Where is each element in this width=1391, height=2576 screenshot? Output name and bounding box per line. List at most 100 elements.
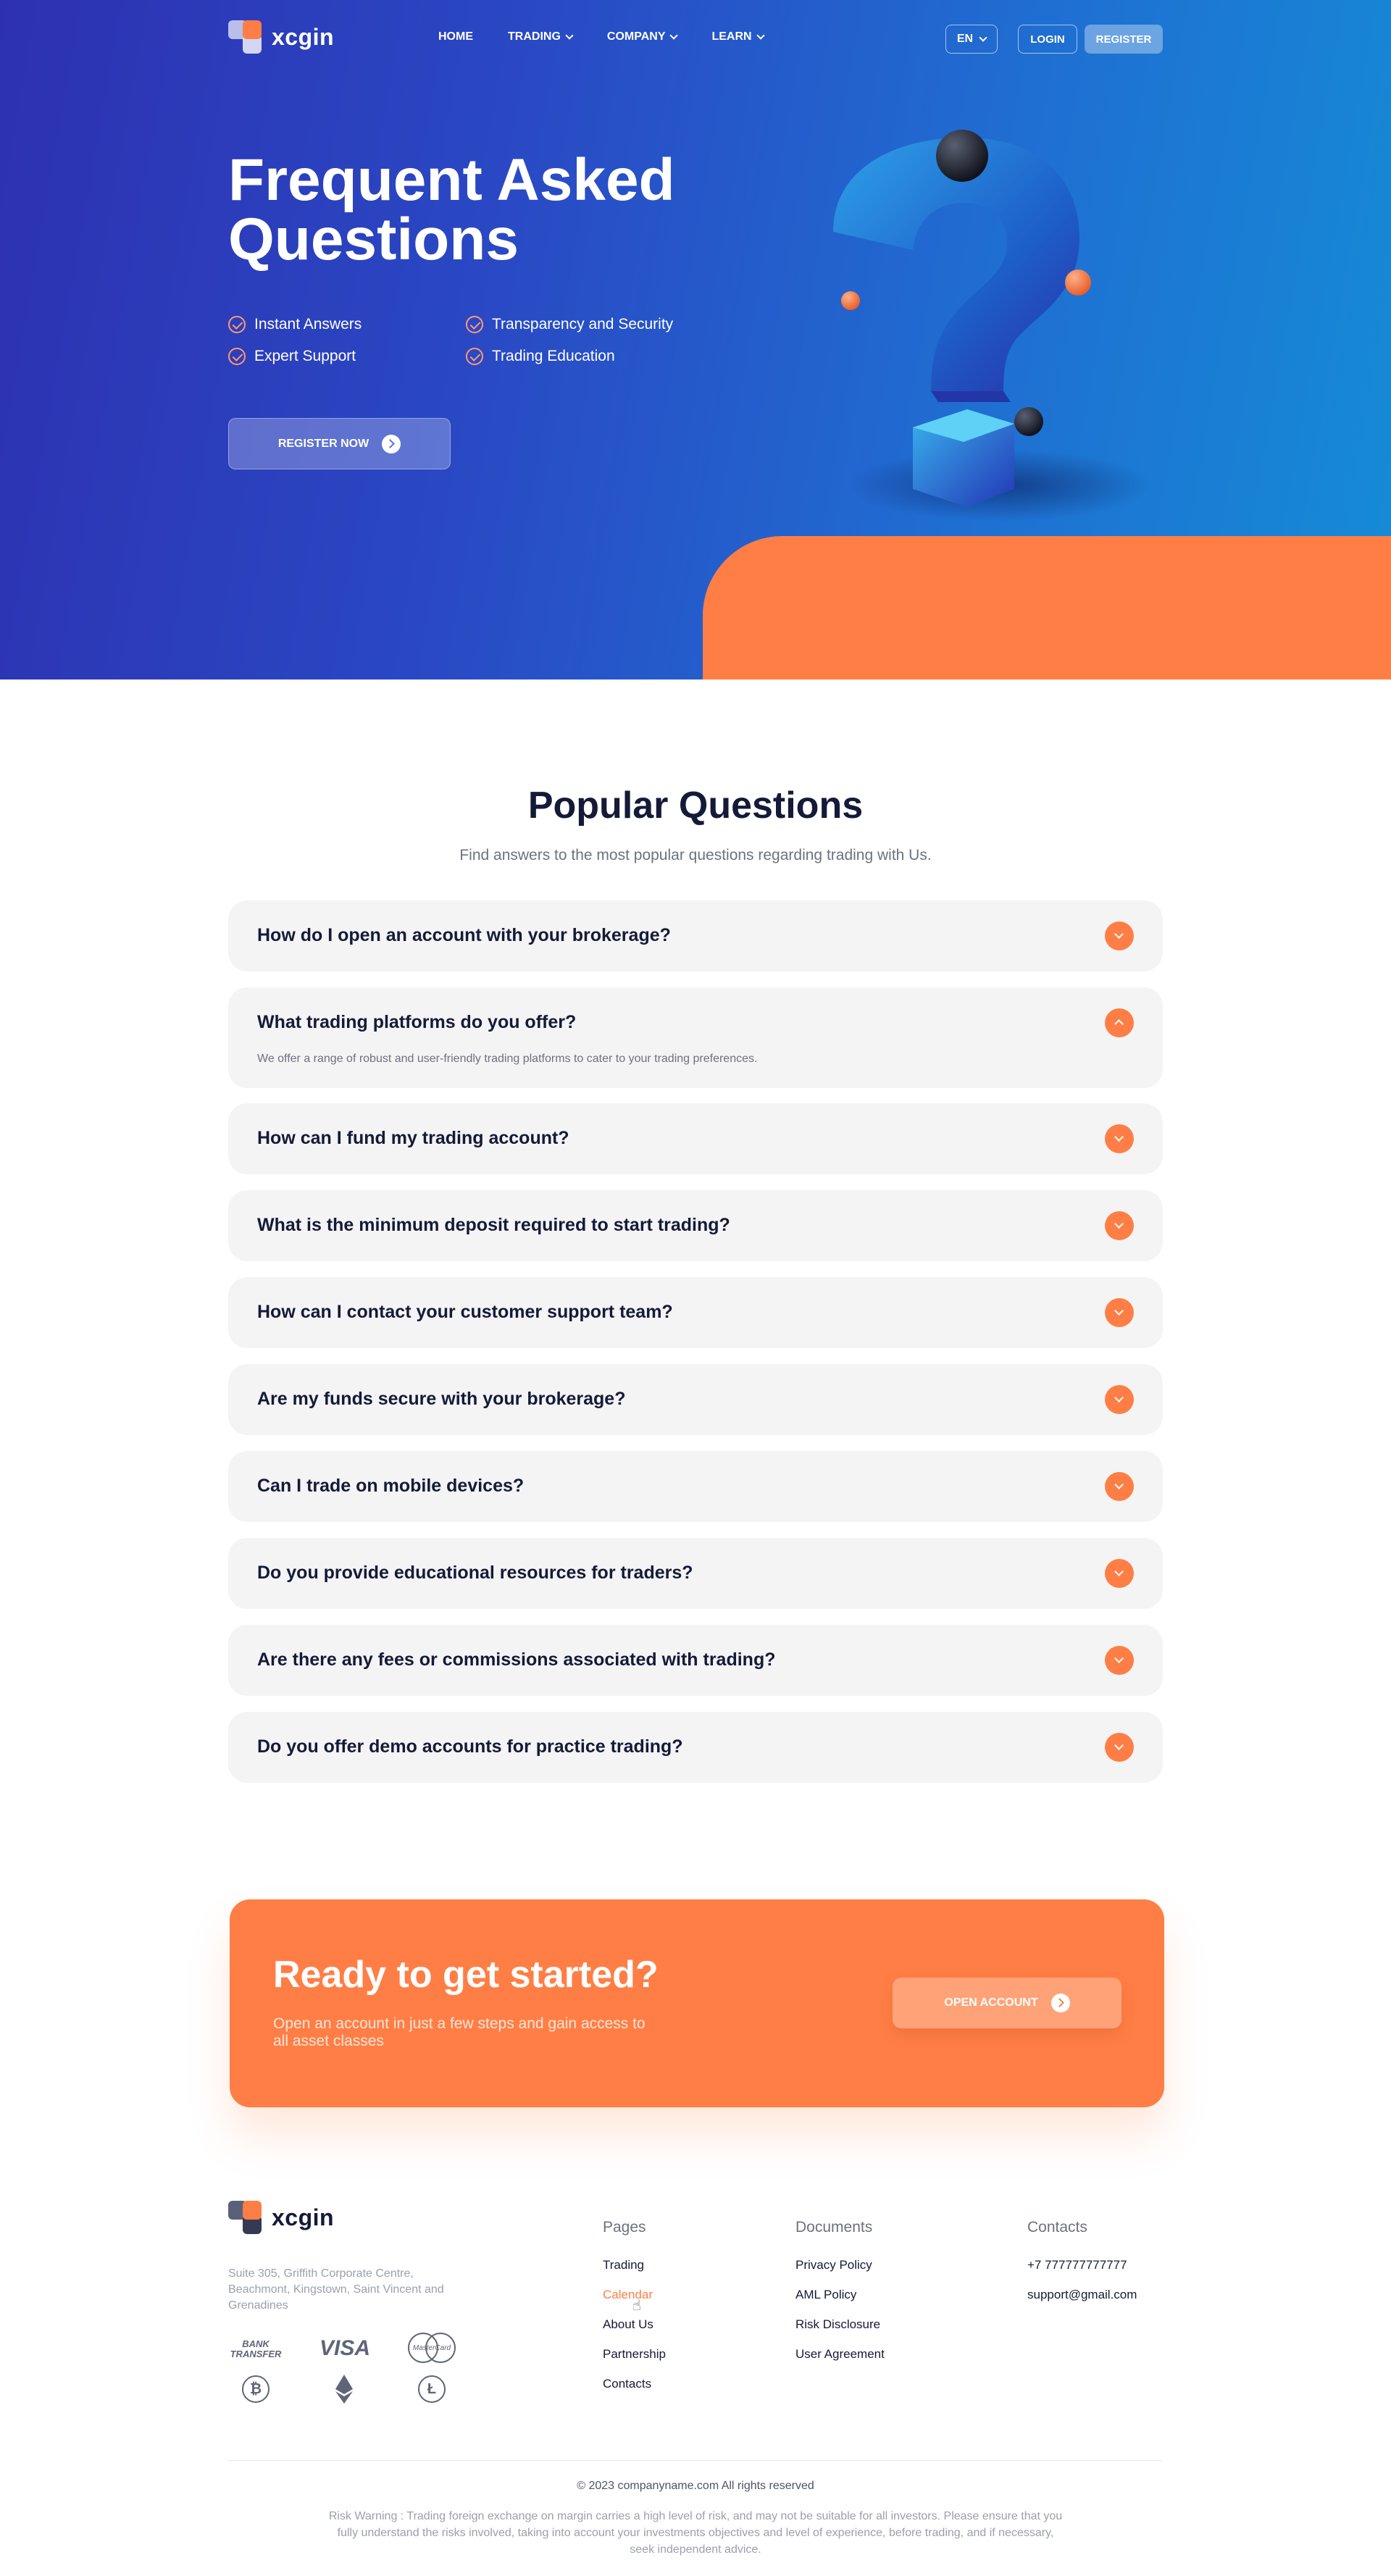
footer-column-title-pages: Pages [603,2219,646,2236]
section-title: Popular Questions [527,785,864,827]
check-circle-icon [228,348,246,365]
register-now-button[interactable]: REGISTER NOW [228,418,451,469]
company-address: Suite 305, Griffith Corporate Centre, Be… [228,2267,444,2312]
footer-divider [228,2460,1163,2461]
footer-link-contacts[interactable]: Contacts [603,2377,651,2391]
open-account-button[interactable]: OPEN ACCOUNT [893,1978,1121,2028]
chevron-down-icon[interactable] [1105,1733,1134,1762]
faq-item[interactable]: Are my funds secure with your brokerage? [228,1364,1163,1435]
language-selector[interactable]: EN [945,25,998,54]
faq-question: Do you offer demo accounts for practice … [257,1736,683,1757]
ethereum-icon [330,2373,359,2405]
chevron-down-icon [565,31,574,40]
feature-label: Trading Education [492,348,615,364]
menu-item-company[interactable]: COMPANY [606,30,679,43]
chevron-down-icon[interactable] [1105,1472,1134,1501]
footer-link-about-us[interactable]: About Us [603,2317,653,2332]
cta-title: Ready to get started? [273,1954,659,1996]
chevron-down-icon[interactable] [1105,1385,1134,1414]
feature-label: Transparency and Security [492,316,674,333]
faq-question: How do I open an account with your broke… [257,925,671,945]
faq-item[interactable]: Do you provide educational resources for… [228,1538,1163,1609]
faq-question: Do you provide educational resources for… [257,1563,693,1583]
language-label: EN [956,33,974,45]
check-circle-icon [466,348,483,365]
litecoin-symbol: Ł [418,2375,446,2403]
bitcoin-icon: ₿ [241,2375,270,2404]
footer-column-title-contacts: Contacts [1027,2219,1087,2236]
footer-link-partnership[interactable]: Partnership [603,2347,666,2362]
faq-question: Can I trade on mobile devices? [257,1476,525,1496]
menu-item-home[interactable]: HOME [438,30,473,43]
bitcoin-symbol: ₿ [242,2375,270,2403]
faq-item[interactable]: How can I contact your customer support … [228,1277,1163,1348]
menu-item-label: HOME [438,30,473,43]
feature-item: Instant Answers [228,316,466,333]
footer-link-risk-disclosure[interactable]: Risk Disclosure [795,2317,880,2332]
chevron-down-icon[interactable] [1105,1298,1134,1327]
page-title-line2: Questions [228,206,519,272]
risk-warning: Risk Warning : Trading foreign exchange … [328,2510,1063,2556]
faq-item[interactable]: Do you offer demo accounts for practice … [228,1712,1163,1783]
login-button[interactable]: LOGIN [1018,25,1077,54]
arrow-right-icon [1050,1994,1070,2012]
mastercard-label: MasterCard [412,2343,451,2352]
footer-link-aml-policy[interactable]: AML Policy [795,2288,856,2302]
copyright: © 2023 companyname.com All rights reserv… [577,2480,814,2492]
ethereum-shape [335,2375,353,2404]
bank-transfer-icon: BANK TRANSFER [228,2337,283,2362]
menu-item-trading[interactable]: TRADING [508,30,574,43]
faq-question: How can I fund my trading account? [257,1128,569,1148]
faq-item-expanded[interactable]: What trading platforms do you offer? We … [228,987,1163,1088]
faq-item[interactable]: How do I open an account with your broke… [228,900,1163,971]
faq-item[interactable]: How can I fund my trading account? [228,1103,1163,1174]
register-button[interactable]: REGISTER [1085,25,1163,54]
bank-line1: BANK [242,2338,270,2349]
menu-item-label: COMPANY [606,30,666,43]
arrow-right-icon [382,434,401,453]
hero-features: Instant Answers Transparency and Securit… [228,316,735,365]
chevron-up-icon[interactable] [1105,1008,1134,1037]
logo-icon [228,20,262,54]
logo-icon [228,2201,262,2234]
chevron-down-icon [979,33,987,42]
footer-email[interactable]: support@gmail.com [1027,2288,1137,2302]
footer-link-calendar[interactable]: Calendar [603,2288,653,2302]
footer-link-privacy-policy[interactable]: Privacy Policy [795,2258,872,2272]
mastercard-icon: MasterCard [404,2331,459,2364]
faq-question: Are there any fees or commissions associ… [257,1649,776,1670]
menu-item-learn[interactable]: LEARN [711,30,765,43]
faq-question: Are my funds secure with your brokerage? [257,1389,626,1409]
faq-answer: We offer a range of robust and user-frie… [257,1053,758,1065]
footer-link-trading[interactable]: Trading [603,2258,644,2272]
feature-item: Expert Support [228,348,466,365]
faq-question: What trading platforms do you offer? [257,1012,577,1032]
menu-item-label: TRADING [508,30,561,43]
footer-logo[interactable]: xcgin [228,2201,334,2234]
question-mark-illustration [833,130,1152,522]
faq-item[interactable]: Can I trade on mobile devices? [228,1451,1163,1522]
hero-section: xcgin HOME TRADING COMPANY LEARN EN LOGI… [0,0,1391,679]
bank-line2: TRANSFER [230,2349,282,2359]
chevron-down-icon[interactable] [1105,1646,1134,1675]
logo[interactable]: xcgin [228,20,334,54]
feature-item: Trading Education [466,348,727,365]
hand-pointer-icon: ☝ [632,2298,642,2314]
chevron-down-icon [756,31,765,40]
footer-link-user-agreement[interactable]: User Agreement [795,2347,885,2362]
chevron-down-icon[interactable] [1105,1211,1134,1240]
faq-item[interactable]: What is the minimum deposit required to … [228,1190,1163,1261]
cta-subtitle: Open an account in just a few steps and … [273,2015,646,2049]
top-navigation: xcgin HOME TRADING COMPANY LEARN EN LOGI… [228,17,1163,61]
visa-icon: VISA [319,2336,371,2360]
hero-orange-shape [703,536,1391,679]
logo-text: xcgin [272,23,335,50]
chevron-down-icon[interactable] [1105,921,1134,950]
chevron-down-icon[interactable] [1105,1124,1134,1153]
feature-label: Expert Support [254,348,356,364]
faq-item[interactable]: Are there any fees or commissions associ… [228,1625,1163,1696]
footer-phone[interactable]: +7 777777777777 [1027,2258,1127,2272]
chevron-down-icon[interactable] [1105,1559,1134,1588]
chevron-down-icon [669,31,679,40]
feature-item: Transparency and Security [466,316,727,333]
